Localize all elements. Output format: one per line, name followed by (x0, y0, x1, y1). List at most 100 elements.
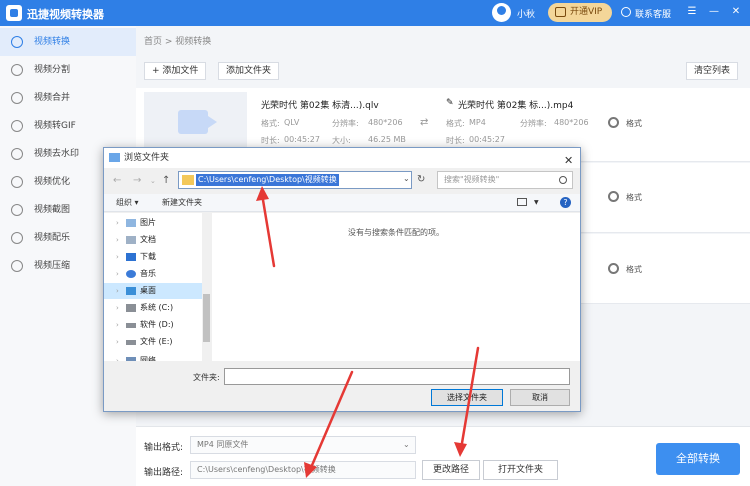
desktop-icon (126, 287, 136, 295)
tree-item-label: 系统 (C:) (140, 303, 174, 312)
edit-icon[interactable]: ✎ (446, 98, 454, 108)
sidebar-item-video-split[interactable]: 视频分割 (0, 56, 136, 84)
source-duration: 00:45:27 (284, 135, 320, 144)
tree-item-label: 图片 (140, 218, 156, 227)
source-format-label: 格式: (261, 119, 280, 128)
select-folder-button[interactable]: 选择文件夹 (431, 389, 503, 406)
sidebar-item-label: 视频转GIF (34, 121, 76, 131)
add-file-button[interactable]: + 添加文件 (144, 62, 207, 80)
output-settings-panel: 输出格式: MP4 同原文件 ⌄ 输出路径: C:\Users\cenfeng\… (136, 426, 750, 486)
split-icon (11, 64, 23, 76)
refresh-icon[interactable]: ↻ (417, 174, 425, 185)
tree-item-music[interactable]: › 音乐 (104, 266, 202, 282)
tree-item-drive-e[interactable]: › 文件 (E:) (104, 334, 202, 350)
user-avatar[interactable] (492, 3, 511, 22)
close-icon[interactable]: ✕ (729, 5, 743, 19)
target-file-name[interactable]: 光荣时代 第02集 标...).mp4 (458, 98, 573, 111)
chevron-down-icon[interactable]: ▼ (534, 199, 539, 206)
search-input[interactable]: 搜索"视频转换" (437, 171, 573, 189)
gear-icon[interactable] (608, 191, 619, 202)
drive-icon (126, 304, 136, 312)
sidebar-item-label: 视频压缩 (34, 261, 71, 271)
video-camera-icon (178, 110, 217, 134)
cancel-button[interactable]: 取消 (510, 389, 570, 406)
folder-input[interactable] (224, 368, 570, 385)
pictures-icon (126, 219, 136, 227)
new-folder-button[interactable]: 新建文件夹 (162, 197, 202, 208)
sidebar-item-label: 视频转换 (34, 37, 71, 47)
vip-button[interactable]: 开通VIP (548, 3, 612, 22)
gif-icon (11, 120, 23, 132)
tree-item-drive-d[interactable]: › 软件 (D:) (104, 317, 202, 333)
tree-item-downloads[interactable]: › 下载 (104, 249, 202, 265)
source-duration-label: 时长: (261, 136, 280, 145)
tree-scrollbar-thumb[interactable] (203, 294, 210, 342)
address-bar[interactable]: C:\Users\cenfeng\Desktop\视频转换 ⌄ (178, 171, 412, 189)
optimize-icon (11, 176, 23, 188)
drive-icon (126, 323, 136, 328)
music-icon (126, 270, 136, 278)
sidebar-item-label: 视频合并 (34, 93, 71, 103)
folder-label: 文件夹: (193, 373, 220, 382)
open-folder-button[interactable]: 打开文件夹 (483, 460, 558, 480)
forward-arrow-icon[interactable]: → (133, 175, 141, 186)
format-settings-label[interactable]: 格式 (626, 192, 642, 203)
folder-tree: › 图片 › 文档 › 下载 › 音乐 › 桌面 › 系统 (C:) › 软件 (D:) › 文… (104, 213, 211, 361)
sidebar-item-label: 视频配乐 (34, 233, 71, 243)
tree-item-label: 音乐 (140, 269, 156, 278)
tree-item-pictures[interactable]: › 图片 (104, 215, 202, 231)
chevron-down-icon[interactable]: ⌄ (403, 174, 410, 183)
add-folder-button[interactable]: 添加文件夹 (218, 62, 280, 80)
output-format-select[interactable]: MP4 同原文件 ⌄ (190, 436, 416, 454)
view-options-icon[interactable] (517, 198, 527, 206)
convert-all-button[interactable]: 全部转换 (656, 443, 740, 475)
back-arrow-icon[interactable]: ← (113, 175, 121, 186)
drive-icon (126, 340, 136, 345)
tree-item-label: 软件 (D:) (140, 320, 174, 329)
app-logo-icon (6, 5, 22, 21)
sidebar-item-video-to-gif[interactable]: 视频转GIF (0, 112, 136, 140)
source-file-name: 光荣时代 第02集 标清...).qlv (261, 101, 379, 111)
format-settings-label[interactable]: 格式 (626, 264, 642, 275)
merge-icon (11, 92, 23, 104)
output-path-input[interactable]: C:\Users\cenfeng\Desktop\视频转换 (190, 461, 416, 479)
format-settings-label[interactable]: 格式 (626, 118, 642, 129)
source-format: QLV (284, 118, 300, 127)
sidebar-item-video-merge[interactable]: 视频合并 (0, 84, 136, 112)
file-list-pane: 没有与搜索条件匹配的项。 (212, 213, 580, 361)
tree-item-drive-c[interactable]: › 系统 (C:) (104, 300, 202, 316)
username[interactable]: 小秋 (517, 7, 535, 20)
documents-icon (126, 236, 136, 244)
gear-icon[interactable] (608, 117, 619, 128)
help-icon[interactable]: ? (560, 197, 571, 208)
source-size-label: 大小: (332, 136, 351, 145)
target-duration-label: 时长: (446, 136, 465, 145)
change-path-button[interactable]: 更改路径 (422, 460, 480, 480)
title-bar: 迅捷视频转换器 小秋 开通VIP 联系客服 ☰ — ✕ (0, 0, 750, 26)
folder-icon (182, 175, 194, 185)
gear-icon[interactable] (608, 263, 619, 274)
sidebar-item-video-convert[interactable]: 视频转换 (0, 28, 136, 56)
target-resolution: 480*206 (554, 118, 589, 127)
screenshot-icon (11, 204, 23, 216)
watermark-icon (11, 148, 23, 160)
tree-item-network[interactable]: › 网络 (104, 353, 202, 361)
tree-item-documents[interactable]: › 文档 (104, 232, 202, 248)
output-format-value: MP4 同原文件 (197, 440, 249, 449)
search-placeholder: 搜索"视频转换" (444, 175, 500, 184)
chevron-down-icon[interactable]: ⌄ (150, 177, 156, 185)
organize-menu[interactable]: 组织 ▾ (116, 197, 139, 208)
tree-item-desktop[interactable]: › 桌面 (104, 283, 202, 299)
target-resolution-label: 分辨率: (520, 119, 547, 128)
support-link[interactable]: 联系客服 (635, 7, 671, 20)
up-arrow-icon[interactable]: ↑ (162, 175, 170, 186)
minimize-icon[interactable]: — (707, 5, 721, 19)
network-icon (126, 357, 136, 361)
address-path[interactable]: C:\Users\cenfeng\Desktop\视频转换 (196, 174, 339, 186)
support-icon[interactable] (621, 7, 631, 17)
menu-icon[interactable]: ☰ (685, 5, 699, 19)
clear-list-button[interactable]: 清空列表 (686, 62, 739, 80)
source-size: 46.25 MB (368, 135, 406, 144)
close-icon[interactable]: ✕ (564, 151, 573, 171)
dialog-title-bar: 浏览文件夹 ✕ (104, 148, 580, 168)
